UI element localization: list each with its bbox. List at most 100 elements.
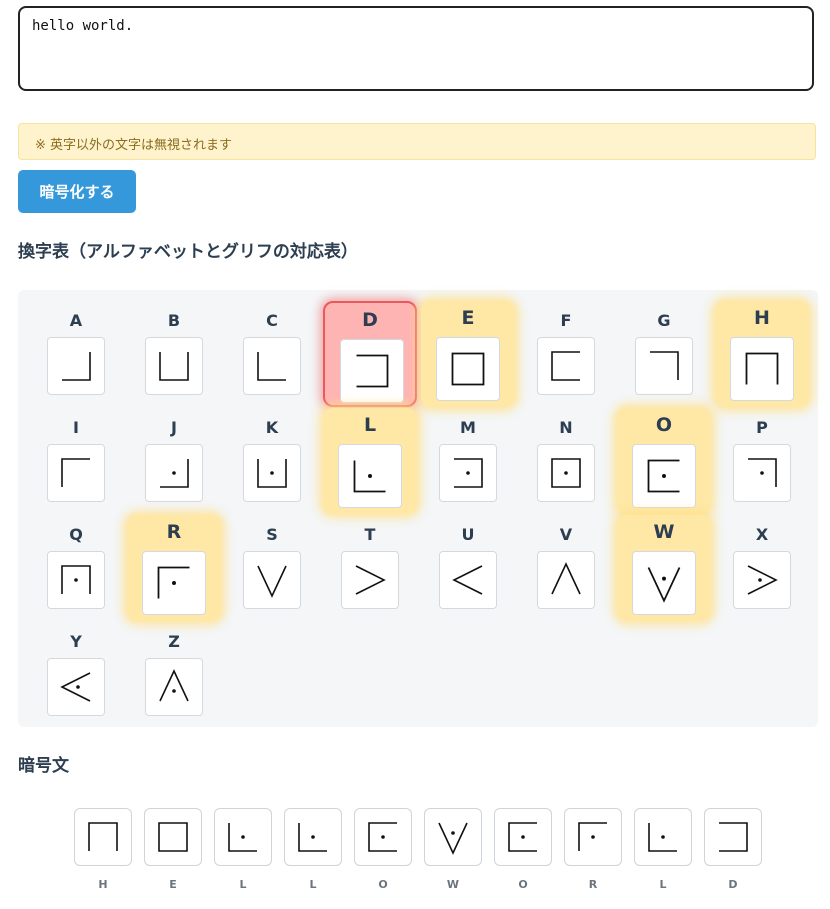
cipher-glyph-box <box>632 551 696 615</box>
glyph-dot <box>662 576 666 581</box>
glyph-stroke <box>551 562 581 595</box>
ciphertext-glyph <box>284 808 342 866</box>
pigpen-glyph-w-icon <box>647 567 681 603</box>
cipher-cell-j: J <box>127 408 221 508</box>
glyph-stroke <box>257 565 287 598</box>
cipher-glyph-box <box>47 337 105 395</box>
ciphertext-glyph <box>704 808 762 866</box>
cipher-glyph-box <box>537 444 595 502</box>
pigpen-glyph-o-icon <box>368 822 397 852</box>
cipher-cell-letter: R <box>166 521 182 543</box>
cipher-glyph-box <box>341 551 399 609</box>
pigpen-glyph-n-icon <box>551 458 581 488</box>
pigpen-glyph-i-icon <box>61 458 90 487</box>
pigpen-glyph-o-icon <box>647 459 680 493</box>
ciphertext-letter-label: L <box>239 878 247 891</box>
pigpen-glyph-q-icon <box>61 565 91 594</box>
plaintext-input[interactable]: hello world. <box>18 6 814 91</box>
pigpen-glyph-o-icon <box>508 822 537 852</box>
ciphertext-letter-label: L <box>309 878 317 891</box>
cipher-glyph-box <box>537 337 595 395</box>
glyph-stroke <box>88 822 118 851</box>
ciphertext-letter-label: R <box>588 878 598 891</box>
cipher-cell-r: R <box>127 515 221 621</box>
cipher-glyph-box <box>730 337 794 401</box>
cipher-glyph-box <box>632 444 696 508</box>
glyph-stroke <box>62 352 91 381</box>
pigpen-glyph-j-icon <box>160 459 189 488</box>
cipher-cell-h: H <box>715 301 809 407</box>
pigpen-glyph-t-icon <box>355 565 386 595</box>
ciphertext-letter-label: H <box>98 878 108 891</box>
cipher-glyph-box <box>47 658 105 716</box>
pigpen-glyph-x-icon <box>747 565 778 595</box>
cipher-glyph-box <box>47 551 105 609</box>
glyph-dot <box>591 835 595 839</box>
glyph-dot <box>381 835 385 839</box>
cipher-glyph-box <box>338 444 402 508</box>
cipher-cell-letter: N <box>559 418 573 437</box>
pigpen-glyph-d-icon <box>719 822 748 852</box>
glyph-stroke <box>60 672 91 702</box>
cipher-cell-letter: U <box>461 525 475 544</box>
notice-text: ※ 英字以外の文字は無視されます <box>35 138 233 153</box>
cipher-glyph-box <box>439 444 497 502</box>
glyph-stroke <box>61 458 90 487</box>
ciphertext-glyph <box>424 808 482 866</box>
cipher-cell-letter: L <box>363 414 377 436</box>
cipher-cell-letter: P <box>756 418 768 437</box>
cipher-cell-letter: M <box>460 418 476 437</box>
pigpen-glyph-h-icon <box>745 352 779 385</box>
cipher-cell-i: I <box>29 408 123 508</box>
ciphertext-glyph <box>354 808 412 866</box>
cipher-table: A B C D E F G H I J K L M N O P Q R S T U V W X Y Z <box>18 290 818 727</box>
pigpen-glyph-b-icon <box>159 352 189 381</box>
ciphertext-glyph <box>564 808 622 866</box>
glyph-stroke <box>745 352 779 385</box>
pigpen-glyph-f-icon <box>551 351 580 381</box>
pigpen-glyph-l-icon <box>298 823 327 852</box>
pigpen-glyph-l-icon <box>353 460 386 493</box>
cipher-glyph-box <box>145 658 203 716</box>
ciphertext-glyph <box>214 808 272 866</box>
cipher-cell-letter: B <box>167 311 181 330</box>
glyph-stroke <box>159 352 189 381</box>
glyph-dot <box>311 835 315 839</box>
cipher-cell-a: A <box>29 301 123 401</box>
cipher-cell-letter: Z <box>168 632 180 651</box>
ciphertext-glyph <box>74 808 132 866</box>
cipher-cell-e: E <box>421 301 515 407</box>
glyph-dot <box>466 471 470 475</box>
cipher-glyph-box <box>47 444 105 502</box>
ciphertext-glyph <box>634 808 692 866</box>
pigpen-glyph-h-icon <box>88 822 118 851</box>
cipher-cell-letter: W <box>653 521 675 543</box>
ciphertext-letter-label: L <box>659 878 667 891</box>
glyph-stroke <box>719 822 748 852</box>
notice-banner: ※ 英字以外の文字は無視されます <box>18 123 816 160</box>
cipher-cell-c: C <box>225 301 319 401</box>
cipher-cell-letter: C <box>266 311 278 330</box>
cipher-cell-letter: X <box>755 525 769 544</box>
pigpen-glyph-k-icon <box>257 459 287 488</box>
glyph-dot <box>564 471 568 475</box>
pigpen-glyph-r-icon <box>157 566 190 599</box>
glyph-dot <box>172 581 176 585</box>
pigpen-glyph-g-icon <box>650 351 679 380</box>
pigpen-glyph-e-icon <box>158 822 188 852</box>
cipher-glyph-box <box>733 551 791 609</box>
glyph-dot <box>521 835 525 839</box>
cipher-cell-letter: D <box>362 309 378 331</box>
cipher-cell-d: D <box>323 301 417 407</box>
ciphertext-letter-label: E <box>169 878 177 891</box>
cipher-cell-letter: A <box>69 311 83 330</box>
cipher-cell-o: O <box>617 408 711 514</box>
glyph-stroke <box>158 822 188 852</box>
encode-button[interactable]: 暗号化する <box>18 170 136 213</box>
glyph-stroke <box>356 354 389 388</box>
pigpen-glyph-l-icon <box>648 823 677 852</box>
glyph-dot <box>270 471 274 475</box>
cipher-cell-k: K <box>225 408 319 508</box>
cipher-cell-u: U <box>421 515 515 615</box>
glyph-dot <box>368 474 372 478</box>
